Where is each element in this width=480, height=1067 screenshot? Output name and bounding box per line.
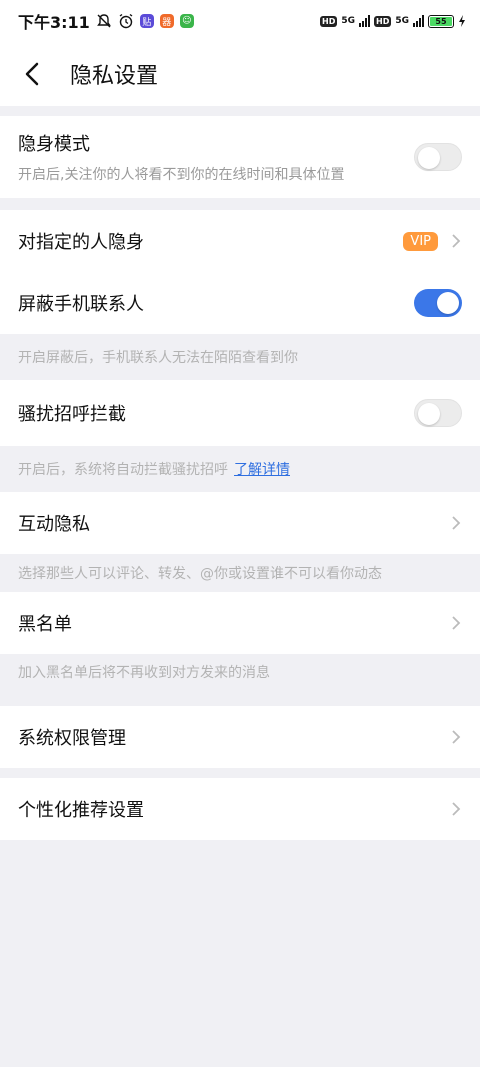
- harass-block-label: 骚扰招呼拦截: [18, 404, 126, 425]
- block-contacts-toggle[interactable]: [414, 289, 462, 317]
- harass-block-hint: 开启后，系统将自动拦截骚扰招呼 了解详情: [0, 446, 480, 492]
- block-contacts-hint: 开启屏蔽后，手机联系人无法在陌陌查看到你: [0, 334, 480, 380]
- blacklist-label: 黑名单: [18, 614, 72, 635]
- stealth-mode-desc: 开启后,关注你的人将看不到你的在线时间和具体位置: [18, 167, 345, 183]
- status-bar: 下午3:11 贴 器 ☺ HD 5G HD 5G 55: [0, 0, 480, 42]
- charging-icon: [459, 15, 465, 27]
- stealth-mode-row: 隐身模式 开启后,关注你的人将看不到你的在线时间和具体位置: [0, 116, 480, 198]
- harass-block-toggle[interactable]: [414, 399, 462, 427]
- personalized-recommend-label: 个性化推荐设置: [18, 800, 144, 821]
- page-title: 隐私设置: [70, 64, 159, 89]
- system-permissions-label: 系统权限管理: [18, 728, 126, 749]
- block-contacts-label: 屏蔽手机联系人: [18, 294, 144, 315]
- hide-specific-label: 对指定的人隐身: [18, 232, 144, 253]
- battery-icon: 55: [428, 14, 454, 28]
- back-arrow-icon: [25, 62, 39, 86]
- blacklist-hint: 加入黑名单后将不再收到对方发来的消息: [0, 654, 480, 706]
- blacklist-hint-text: 加入黑名单后将不再收到对方发来的消息: [18, 665, 270, 681]
- stealth-mode-toggle[interactable]: [414, 143, 462, 171]
- app-icon-qi: 器: [159, 14, 174, 28]
- chevron-right-icon: [452, 730, 461, 744]
- interaction-privacy-label: 互动隐私: [18, 514, 90, 535]
- block-contacts-hint-text: 开启屏蔽后，手机联系人无法在陌陌查看到你: [18, 350, 298, 366]
- chevron-right-icon: [452, 516, 461, 530]
- interaction-privacy-hint: 选择那些人可以评论、转发、@你或设置谁不可以看你动态: [0, 554, 480, 592]
- stealth-mode-text: 隐身模式 开启后,关注你的人将看不到你的在线时间和具体位置: [18, 130, 344, 184]
- status-time: 下午3:11: [18, 13, 90, 32]
- signal-icon-2: [413, 15, 424, 27]
- chevron-right-icon: [452, 234, 461, 248]
- learn-more-link[interactable]: 了解详情: [234, 459, 290, 479]
- block-contacts-row: 屏蔽手机联系人: [0, 272, 480, 334]
- chevron-right-icon: [452, 802, 461, 816]
- battery-level: 55: [430, 16, 452, 26]
- stealth-mode-label: 隐身模式: [18, 134, 90, 155]
- hide-specific-row[interactable]: 对指定的人隐身 VIP: [0, 210, 480, 272]
- interaction-privacy-hint-text: 选择那些人可以评论、转发、@你或设置谁不可以看你动态: [18, 566, 382, 582]
- hd-badge-1: HD: [320, 15, 338, 27]
- interaction-privacy-row[interactable]: 互动隐私: [0, 492, 480, 554]
- harass-block-hint-text: 开启后，系统将自动拦截骚扰招呼: [18, 462, 228, 478]
- system-permissions-row[interactable]: 系统权限管理: [0, 706, 480, 768]
- blacklist-row[interactable]: 黑名单: [0, 592, 480, 654]
- app-icon-wechat: ☺: [179, 14, 194, 28]
- alarm-clock-icon: [119, 13, 133, 29]
- mute-bell-icon: [96, 14, 111, 28]
- signal-icon-1: [359, 15, 370, 27]
- back-button[interactable]: [0, 42, 64, 106]
- vip-badge: VIP: [403, 231, 438, 251]
- network-type-1: 5G: [341, 16, 355, 26]
- network-type-2: 5G: [395, 16, 409, 26]
- chevron-right-icon: [452, 616, 461, 630]
- nav-bar: 隐私设置: [0, 42, 480, 106]
- personalized-recommend-row[interactable]: 个性化推荐设置: [0, 778, 480, 840]
- harass-block-row: 骚扰招呼拦截: [0, 380, 480, 446]
- app-icon-tie: 贴: [139, 14, 154, 28]
- status-notification-icons: 贴 器 ☺: [96, 13, 194, 29]
- status-right: HD 5G HD 5G 55: [320, 14, 466, 28]
- hd-badge-2: HD: [374, 15, 392, 27]
